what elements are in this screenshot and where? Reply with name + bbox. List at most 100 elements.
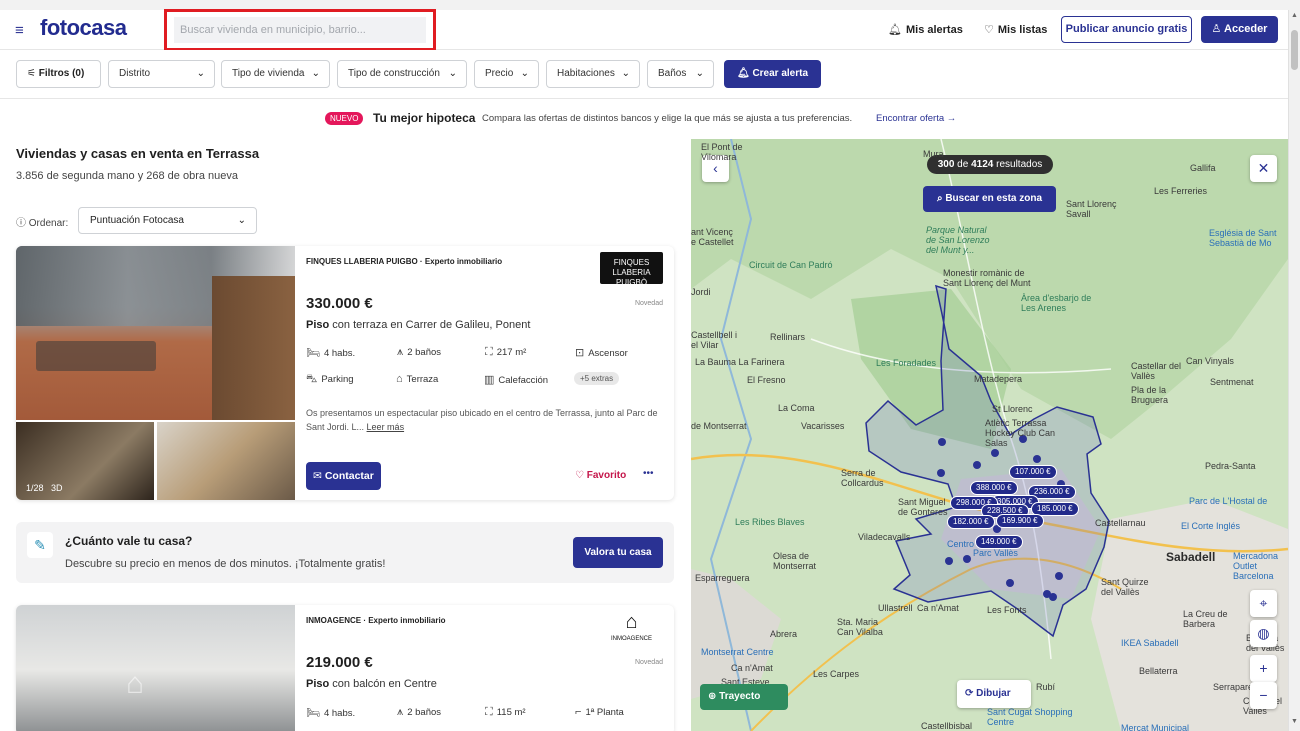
agency-logo[interactable]: FINQUES LLABERIA PUIGBÒ bbox=[600, 252, 663, 287]
map[interactable]: ‹ ✕ 300 de 4124 resultados ⌕ Buscar en e… bbox=[691, 139, 1288, 731]
listing-subtitle[interactable]: Piso con balcón en Centre bbox=[306, 678, 437, 690]
tipo-construccion-dropdown[interactable]: Tipo de construcción ⌄ bbox=[337, 60, 467, 88]
bell-icon: 🔔︎ bbox=[888, 24, 902, 36]
valuation-title: ¿Cuánto vale tu casa? bbox=[65, 534, 193, 548]
heating-icon: ▥ bbox=[484, 374, 495, 386]
trayecto-button[interactable]: ⊕ Trayecto bbox=[700, 684, 788, 710]
agency-name[interactable]: INMOAGENCE · Experto inmobiliario bbox=[306, 616, 446, 625]
feature-baths-text: 2 baños bbox=[407, 707, 442, 718]
crear-alerta-button[interactable]: 🔔︎ Crear alerta bbox=[724, 60, 821, 88]
scroll-up-icon[interactable]: ▲ bbox=[1291, 12, 1298, 19]
zoom-out-icon[interactable]: − bbox=[1250, 682, 1277, 709]
listing-location: con terraza en Carrer de Galileu, Ponent bbox=[329, 319, 531, 331]
header: ≡ fotocasa 🔔︎Mis alertas ♡Mis listas Pub… bbox=[0, 9, 1288, 51]
map-label: Les Fonts bbox=[987, 605, 1027, 615]
listing-photo-main[interactable]: ⌂ bbox=[16, 605, 295, 731]
lists-link[interactable]: ♡ Mis listas bbox=[984, 23, 1047, 36]
search-input[interactable] bbox=[174, 17, 426, 43]
map-label: Castellarnau bbox=[1095, 518, 1146, 528]
map-label: IKEA Sabadell bbox=[1121, 638, 1179, 648]
scrollbar[interactable]: ▲ ▼ bbox=[1288, 10, 1300, 731]
listing-type: Piso bbox=[306, 319, 330, 331]
agency-logo[interactable]: ⌂ INMOAGENCE bbox=[600, 609, 663, 645]
listing-photo-thumb[interactable] bbox=[157, 422, 295, 500]
distrito-dropdown[interactable]: Distrito ⌄ bbox=[108, 60, 215, 88]
map-label: El Corte Inglés bbox=[1181, 521, 1241, 531]
sliders-icon: ⚟ bbox=[27, 68, 39, 79]
precio-dropdown[interactable]: Precio ⌄ bbox=[474, 60, 539, 88]
shower-icon: ⩚ bbox=[397, 346, 404, 358]
banos-dropdown[interactable]: Baños ⌄ bbox=[647, 60, 714, 88]
map-price-pill[interactable]: 388.000 € bbox=[970, 481, 1018, 495]
logo[interactable]: fotocasa bbox=[40, 15, 127, 41]
listing-card[interactable]: 1/28 3D FINQUES LLABERIA PUIGBO · Expert… bbox=[16, 246, 674, 500]
photo-furniture bbox=[36, 341, 156, 371]
feature-rooms-text: 4 habs. bbox=[323, 708, 356, 719]
filters-button[interactable]: ⚟ Filtros (0) bbox=[16, 60, 101, 88]
globe-icon[interactable]: ◍ bbox=[1250, 620, 1277, 647]
map-price-pill[interactable]: 182.000 € bbox=[947, 515, 995, 529]
feature-terrace-text: Terraza bbox=[406, 374, 439, 385]
favorite-button[interactable]: ♡ Favorito bbox=[575, 470, 626, 481]
heart-icon: ♡ bbox=[984, 24, 994, 36]
map-label: Jordi bbox=[691, 287, 711, 297]
map-label: Les Foradades bbox=[876, 358, 937, 368]
contact-button[interactable]: ✉ Contactar bbox=[306, 462, 381, 490]
login-button[interactable]: ♙ Acceder bbox=[1201, 16, 1278, 43]
map-label: Atlètic Terrassa Hockey Club Can Salas bbox=[985, 418, 1056, 448]
promo-link[interactable]: Encontrar oferta → bbox=[876, 113, 956, 124]
listing-type: Piso bbox=[306, 678, 330, 690]
map-label: Església de Sant Sebastià de Mo bbox=[1209, 228, 1277, 248]
close-icon[interactable]: ✕ bbox=[1250, 155, 1277, 182]
hamburger-icon[interactable]: ≡ bbox=[15, 22, 24, 39]
map-label: Sant Cugat Shopping Centre bbox=[987, 707, 1073, 727]
tipo-vivienda-dropdown[interactable]: Tipo de vivienda ⌄ bbox=[221, 60, 330, 88]
map-label: Parque Natural de San Lorenzo del Munt y… bbox=[926, 225, 990, 255]
map-label: Mercadona Outlet Barcelona bbox=[1233, 551, 1279, 581]
map-label: e Castellet bbox=[691, 237, 734, 247]
new-badge: NUEVO bbox=[325, 112, 364, 125]
filter-bar: ⚟ Filtros (0) Distrito ⌄ Tipo de vivienda… bbox=[0, 50, 1288, 99]
zoom-in-icon[interactable]: + bbox=[1250, 655, 1277, 682]
map-label: Gallifa bbox=[1190, 163, 1216, 173]
chevron-down-icon: ⌄ bbox=[311, 68, 320, 79]
map-price-pill[interactable]: 149.000 € bbox=[975, 535, 1023, 549]
listing-card[interactable]: ⌂ INMOAGENCE · Experto inmobiliario ⌂ INM… bbox=[16, 605, 674, 731]
more-options-icon[interactable]: ••• bbox=[643, 468, 654, 479]
terrace-icon: ⌂ bbox=[396, 373, 403, 385]
photo-3d-text: 3D bbox=[51, 483, 63, 493]
alerts-link[interactable]: 🔔︎ Mis alertas bbox=[888, 23, 963, 36]
feature-parking: ⛍ Parking bbox=[306, 373, 354, 387]
bed-icon: 🛏︎ bbox=[306, 347, 320, 359]
extras-badge[interactable]: +5 extras bbox=[574, 372, 620, 385]
location-pin-icon[interactable]: ⌖ bbox=[1250, 590, 1277, 617]
dibujar-button[interactable]: ⟳ Dibujar bbox=[957, 680, 1031, 708]
map-label: Viladecavalls bbox=[858, 532, 911, 542]
order-select[interactable]: Puntuación Fotocasa ⌄ bbox=[78, 207, 257, 234]
promo-title: Tu mejor hipoteca bbox=[373, 111, 476, 125]
login-label: Acceder bbox=[1224, 23, 1268, 35]
map-price-pill[interactable]: 107.000 € bbox=[1009, 465, 1057, 479]
feature-baths: ⩚ 2 baños bbox=[397, 346, 441, 359]
valuation-button[interactable]: Valora tu casa bbox=[573, 537, 663, 568]
map-label: Ca n'Amat bbox=[731, 663, 773, 673]
publish-button[interactable]: Publicar anuncio gratis bbox=[1061, 16, 1192, 43]
feature-heating: ▥ Calefacción bbox=[484, 373, 548, 386]
map-label: Pedra-Santa bbox=[1205, 461, 1256, 471]
draw-icon: ⟳ bbox=[965, 688, 977, 699]
listing-description: Os presentamos un espectacular piso ubic… bbox=[306, 406, 662, 434]
map-price-pill[interactable]: 169.900 € bbox=[996, 514, 1044, 528]
listing-subtitle[interactable]: Piso con terraza en Carrer de Galileu, P… bbox=[306, 319, 530, 331]
count-total: 4124 bbox=[971, 159, 994, 170]
photo-count-text: 1/28 bbox=[26, 483, 44, 493]
scroll-down-icon[interactable]: ▼ bbox=[1291, 718, 1298, 725]
map-label: Sant Miguel de Gonteres bbox=[898, 497, 948, 517]
agency-name[interactable]: FINQUES LLABERIA PUIGBO · Experto inmobi… bbox=[306, 257, 502, 266]
read-more-link[interactable]: Leer más bbox=[367, 422, 405, 432]
habitaciones-dropdown[interactable]: Habitaciones ⌄ bbox=[546, 60, 640, 88]
map-label: Bellaterra bbox=[1139, 666, 1178, 676]
listing-location: con balcón en Centre bbox=[329, 678, 437, 690]
scroll-thumb[interactable] bbox=[1291, 30, 1298, 70]
search-zone-button[interactable]: ⌕ Buscar en esta zona bbox=[923, 186, 1056, 212]
listing-photo-main[interactable] bbox=[16, 246, 295, 420]
